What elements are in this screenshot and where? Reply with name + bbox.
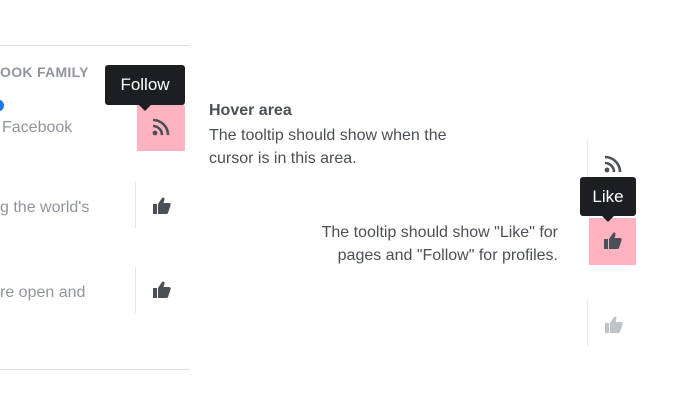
like-tooltip: Like [580, 177, 636, 222]
hover-area-like-button[interactable] [589, 218, 636, 265]
hover-area-description-line1: The tooltip should show when the [209, 127, 447, 144]
thumbs-up-icon[interactable] [153, 197, 171, 214]
thumbs-up-icon [604, 232, 622, 249]
tooltip-description-line1: The tooltip should show "Like" for [321, 224, 558, 241]
rss-icon[interactable] [604, 155, 622, 173]
tooltip-arrow [139, 105, 151, 111]
tooltip-arrow [602, 216, 614, 222]
follow-tooltip: Follow [105, 65, 185, 111]
row-divider [135, 182, 136, 228]
blue-dot [0, 100, 4, 111]
panel-top-divider [0, 45, 190, 46]
list-item-text: g the world's [0, 199, 90, 216]
right-row-divider [587, 300, 588, 346]
hover-area-title: Hover area [209, 102, 292, 119]
rss-icon [152, 118, 170, 136]
thumbs-up-icon[interactable] [605, 316, 623, 333]
hover-area-description-line2: cursor is in this area. [209, 150, 357, 167]
row-divider [135, 267, 136, 313]
tooltip-description-line2: pages and "Follow" for profiles. [337, 247, 558, 264]
list-item-text: re open and [0, 284, 86, 301]
thumbs-up-icon[interactable] [153, 281, 171, 298]
follow-tooltip-label: Follow [120, 75, 170, 94]
hover-area-follow-button[interactable] [137, 105, 185, 151]
section-title: OOK FAMILY [0, 64, 89, 80]
like-tooltip-label: Like [592, 187, 624, 206]
list-item-text: Facebook [2, 119, 73, 136]
panel-bottom-divider [0, 369, 190, 370]
